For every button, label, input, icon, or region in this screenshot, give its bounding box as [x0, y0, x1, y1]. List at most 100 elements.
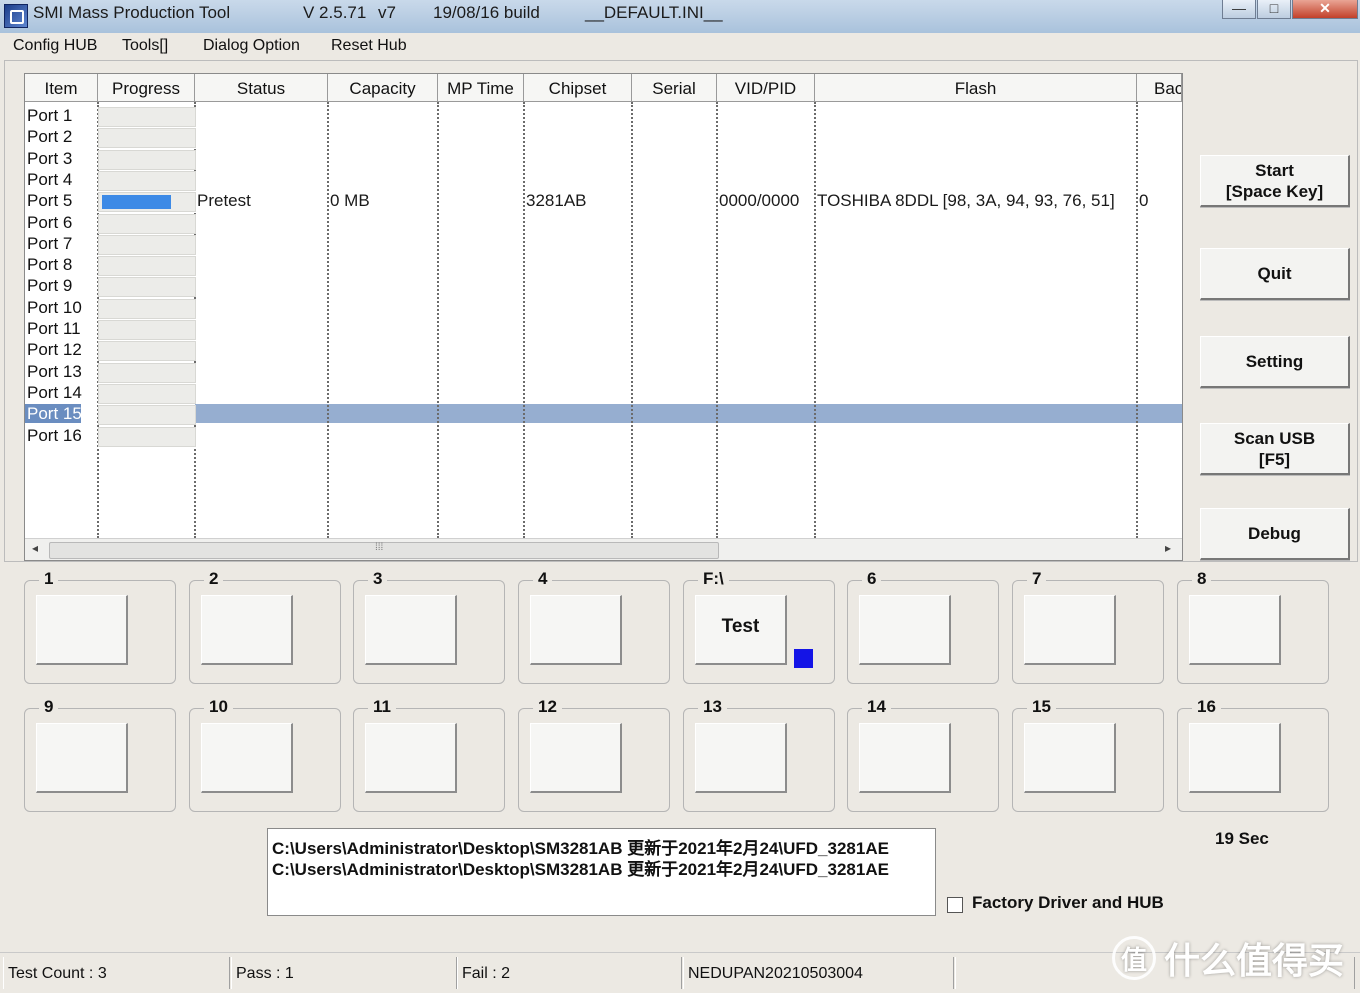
port-slot: 4	[518, 569, 670, 684]
debug-button[interactable]: Debug	[1200, 508, 1350, 560]
test-count: Test Count : 3	[3, 957, 230, 989]
factory-driver-checkbox[interactable]	[947, 897, 963, 913]
port-slot-button[interactable]	[530, 723, 622, 793]
port-slot-button[interactable]	[201, 595, 293, 665]
col-capacity[interactable]: Capacity	[328, 74, 438, 102]
port-slot: 8	[1177, 569, 1329, 684]
menu-reset-hub[interactable]: Reset Hub	[331, 37, 407, 55]
col-bac[interactable]: Bac	[1137, 74, 1182, 102]
col-vid-pid[interactable]: VID/PID	[717, 74, 815, 102]
port-label[interactable]: Port 6	[27, 213, 72, 233]
selected-row[interactable]	[195, 404, 1182, 423]
scroll-thumb[interactable]: ⁞⁞⁞	[49, 542, 719, 559]
port-label[interactable]: Port 8	[27, 255, 72, 275]
scroll-right-icon[interactable]: ▸	[1165, 541, 1171, 555]
port-slot-button[interactable]	[365, 723, 457, 793]
port-label[interactable]: Port 3	[27, 149, 72, 169]
port-slot: 3	[353, 569, 505, 684]
progress-cell	[98, 128, 196, 149]
port-slot-button[interactable]: Test	[695, 595, 787, 665]
port-slot: 6	[847, 569, 999, 684]
port-slot-button[interactable]	[201, 723, 293, 793]
port5-chipset: 3281AB	[526, 191, 587, 210]
status-indicator	[794, 649, 813, 668]
port-label[interactable]: Port 14	[27, 383, 82, 403]
progress-cell	[98, 426, 196, 447]
port-label[interactable]: Port 4	[27, 170, 72, 190]
port-slot-button[interactable]	[1024, 595, 1116, 665]
port-slot-button[interactable]	[1189, 723, 1281, 793]
port-slot-button[interactable]	[36, 723, 128, 793]
progress-cell	[98, 383, 196, 404]
menu-bar: Config HUB Tools[] Dialog Option Reset H…	[0, 33, 1360, 59]
maximize-button[interactable]: □	[1257, 0, 1291, 19]
progress-cell	[98, 320, 196, 340]
port-slot-label: 6	[862, 569, 882, 589]
close-button[interactable]: ✕	[1292, 0, 1358, 19]
elapsed-timer: 19 Sec	[1215, 829, 1269, 848]
port-slot: 12	[518, 697, 670, 812]
port-slot-button[interactable]	[695, 723, 787, 793]
col-separator	[327, 102, 329, 538]
app-version: V 2.5.71	[303, 3, 367, 22]
port-slot: 2	[189, 569, 341, 684]
port-slot-label: 9	[39, 697, 59, 717]
port-slot: 16	[1177, 697, 1329, 812]
port-label[interactable]: Port 7	[27, 234, 72, 254]
menu-config-hub[interactable]: Config HUB	[13, 37, 97, 55]
col-separator	[437, 102, 439, 538]
quit-button[interactable]: Quit	[1200, 248, 1350, 300]
progress-cell	[98, 192, 196, 213]
col-chipset[interactable]: Chipset	[524, 74, 632, 102]
port-label[interactable]: Port 16	[27, 426, 82, 446]
log-box[interactable]: C:\Users\Administrator\Desktop\SM3281AB …	[267, 828, 936, 916]
port-slot-button[interactable]	[1189, 595, 1281, 665]
port-slot-label: 3	[368, 569, 388, 589]
port-label[interactable]: Port 11	[27, 319, 81, 339]
scan-usb-button[interactable]: Scan USB [F5]	[1200, 423, 1350, 475]
port-label[interactable]: Port 5	[27, 191, 72, 211]
port-list[interactable]: Item Progress Status Capacity MP Time Ch…	[24, 73, 1183, 561]
port5-status: Pretest	[197, 191, 251, 210]
factory-driver-label[interactable]: Factory Driver and HUB	[972, 893, 1164, 913]
port-slot-label: 14	[862, 697, 891, 717]
port-label[interactable]: Port 15	[27, 404, 82, 424]
col-item[interactable]: Item	[25, 74, 98, 102]
col-progress[interactable]: Progress	[98, 74, 195, 102]
port-label[interactable]: Port 2	[27, 127, 72, 147]
port-slot-button[interactable]	[1024, 723, 1116, 793]
col-mp-time[interactable]: MP Time	[438, 74, 524, 102]
menu-tools[interactable]: Tools[]	[122, 37, 168, 55]
col-separator	[814, 102, 816, 538]
port-slot-label: 13	[698, 697, 727, 717]
menu-dialog-option[interactable]: Dialog Option	[203, 37, 300, 55]
port-slot: 11	[353, 697, 505, 812]
port-slot-button[interactable]	[365, 595, 457, 665]
start-button[interactable]: Start [Space Key]	[1200, 155, 1350, 207]
setting-button[interactable]: Setting	[1200, 336, 1350, 388]
horizontal-scrollbar[interactable]: ◂ ⁞⁞⁞ ▸	[25, 538, 1182, 560]
col-status[interactable]: Status	[195, 74, 328, 102]
pass-count: Pass : 1	[231, 957, 457, 989]
port-label[interactable]: Port 12	[27, 340, 82, 360]
progress-cell	[98, 213, 196, 234]
port-slot-button[interactable]	[859, 723, 951, 793]
port-slot-label: 4	[533, 569, 553, 589]
port5-flash: TOSHIBA 8DDL [98, 3A, 94, 93, 76, 51]	[817, 191, 1115, 210]
port-label[interactable]: Port 10	[27, 298, 82, 318]
watermark: 值 什么值得买	[1112, 930, 1344, 986]
col-serial[interactable]: Serial	[632, 74, 717, 102]
minimize-button[interactable]: —	[1222, 0, 1256, 19]
progress-cell	[98, 107, 196, 127]
port-label[interactable]: Port 9	[27, 276, 72, 296]
port-slot: 15	[1012, 697, 1164, 812]
port-slot-label: F:\	[698, 569, 729, 589]
progress-cell	[98, 277, 196, 298]
port-slot-button[interactable]	[36, 595, 128, 665]
port-slot-button[interactable]	[530, 595, 622, 665]
col-flash[interactable]: Flash	[815, 74, 1137, 102]
port-slot-button[interactable]	[859, 595, 951, 665]
port-label[interactable]: Port 13	[27, 362, 82, 382]
scroll-left-icon[interactable]: ◂	[32, 541, 38, 555]
port-label[interactable]: Port 1	[27, 106, 72, 126]
